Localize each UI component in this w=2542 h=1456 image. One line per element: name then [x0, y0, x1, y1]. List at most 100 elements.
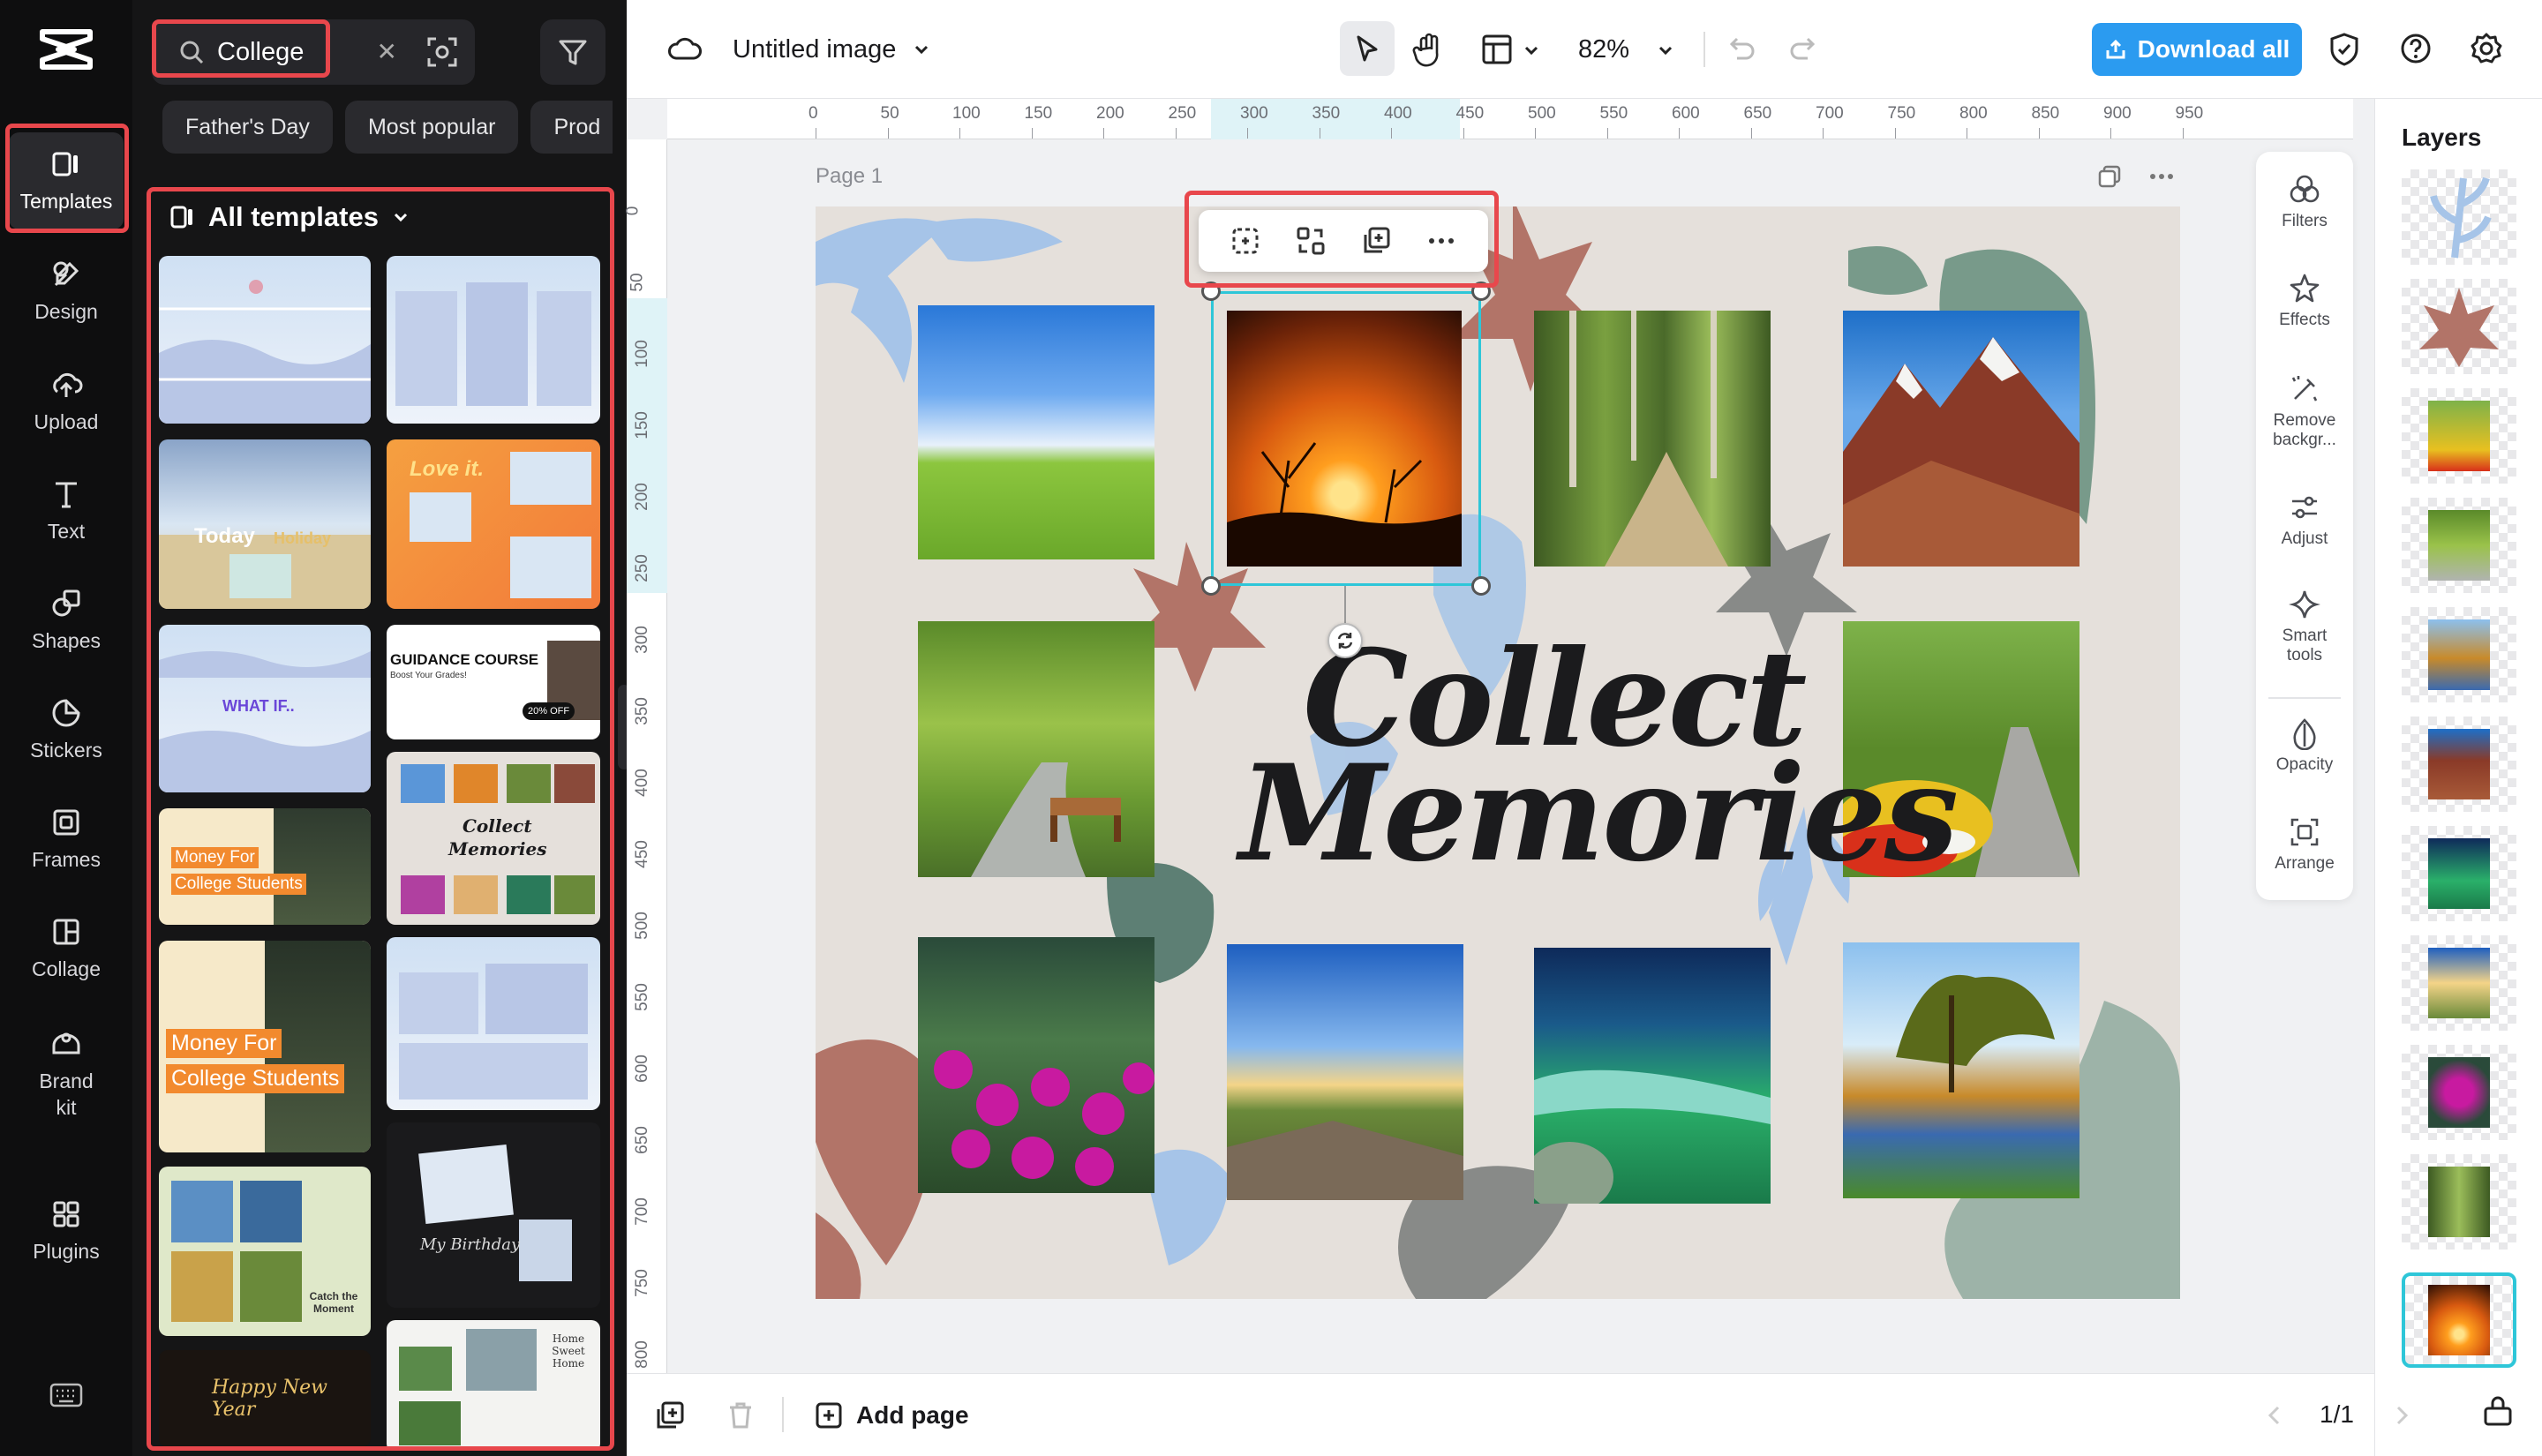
doc-title-menu[interactable]: Untitled image	[733, 0, 931, 99]
layout-icon[interactable]	[1481, 34, 1513, 65]
chevron-down-icon[interactable]	[1522, 41, 1541, 60]
template-card[interactable]: Today Holiday	[159, 439, 371, 609]
tool-effects[interactable]: Effects	[2256, 272, 2353, 330]
layer-thumb-photo[interactable]	[2402, 607, 2516, 702]
tool-smart-tools[interactable]: Smart tools	[2256, 588, 2353, 665]
layer-thumb-photo[interactable]	[2402, 498, 2516, 593]
tool-arrange[interactable]: Arrange	[2256, 815, 2353, 874]
layer-thumb-photo[interactable]	[2402, 717, 2516, 812]
rail-shapes[interactable]: Shapes	[9, 572, 124, 669]
download-all-button[interactable]: Download all	[2092, 23, 2302, 76]
photo-pink-flowers[interactable]	[918, 937, 1154, 1193]
layer-thumb-photo[interactable]	[2402, 388, 2516, 484]
add-frame-icon[interactable]	[655, 1400, 685, 1430]
template-card[interactable]: Money For College Students	[159, 808, 371, 925]
rail-upload[interactable]: Upload	[9, 353, 124, 450]
template-card[interactable]: My Birthday	[387, 1122, 600, 1308]
template-card[interactable]: Money For College Students	[159, 941, 371, 1152]
rail-frames[interactable]: Frames	[9, 791, 124, 888]
photo-red-mountains[interactable]	[1843, 311, 2079, 567]
clear-search-icon[interactable]: ✕	[377, 37, 397, 66]
photo-green-river[interactable]	[1534, 948, 1771, 1204]
tool-opacity[interactable]: Opacity	[2256, 717, 2353, 775]
layer-thumb-photo[interactable]	[2402, 1045, 2516, 1140]
rail-stickers[interactable]: Stickers	[9, 681, 124, 778]
layer-thumb-blue-leaf[interactable]	[2402, 169, 2516, 265]
more-icon[interactable]	[1425, 225, 1457, 257]
rail-plugins[interactable]: Plugins	[9, 1182, 124, 1280]
cloud-save-icon[interactable]	[667, 0, 703, 99]
crop-select-icon[interactable]	[1230, 225, 1261, 257]
chip-fathers-day[interactable]: Father's Day	[162, 101, 333, 154]
tool-remove-background[interactable]: Remove backgr...	[2256, 372, 2353, 450]
resize-handle[interactable]	[1201, 281, 1221, 301]
tool-adjust-label: Adjust	[2282, 529, 2328, 549]
rail-collage[interactable]: Collage	[9, 900, 124, 997]
shield-icon[interactable]	[2328, 32, 2360, 67]
trash-icon[interactable]	[726, 1400, 756, 1430]
page-label[interactable]: Page 1	[816, 164, 883, 189]
image-search-icon[interactable]	[425, 35, 459, 69]
more-icon[interactable]	[2148, 164, 2175, 189]
select-tool-button[interactable]	[1340, 21, 1395, 76]
replace-icon[interactable]	[1295, 225, 1327, 257]
rail-text[interactable]: Text	[9, 462, 124, 559]
previous-page-icon[interactable]	[2265, 1404, 2284, 1427]
rail-design[interactable]: Design	[9, 243, 124, 340]
chip-prod[interactable]: Prod	[530, 101, 613, 154]
undo-icon[interactable]	[1726, 34, 1756, 64]
chevron-down-icon[interactable]	[1656, 41, 1675, 60]
photo-valley-sunrise[interactable]	[1227, 944, 1463, 1200]
photo-autumn-lake[interactable]	[1843, 942, 2079, 1198]
pages-drawer-icon[interactable]	[2482, 1396, 2514, 1428]
zoom-level[interactable]: 82%	[1578, 0, 1629, 99]
template-card[interactable]: Collect Memories	[387, 752, 600, 925]
resize-handle[interactable]	[1201, 576, 1221, 596]
rotate-handle[interactable]	[1327, 623, 1363, 658]
template-card[interactable]	[387, 937, 600, 1110]
design-page[interactable]: Collect Memories	[816, 206, 2180, 1299]
layer-thumb-photo[interactable]	[2402, 826, 2516, 921]
help-icon[interactable]	[2399, 32, 2433, 65]
keyboard-icon[interactable]	[49, 1382, 83, 1408]
layer-thumb-red-leaf[interactable]	[2402, 279, 2516, 374]
redo-icon[interactable]	[1788, 34, 1818, 64]
search-box[interactable]: College ✕	[152, 19, 475, 85]
tool-filters[interactable]: Filters	[2256, 173, 2353, 231]
settings-gear-icon[interactable]	[2470, 32, 2503, 65]
hand-tool-icon[interactable]	[1412, 32, 1446, 67]
photo-garden-path[interactable]	[918, 621, 1154, 877]
template-card[interactable]: Home Sweet Home	[387, 1320, 600, 1447]
all-templates-dropdown[interactable]: All templates	[169, 201, 410, 233]
duplicate-page-icon[interactable]	[2097, 164, 2122, 189]
template-card[interactable]	[387, 256, 600, 424]
layer-thumb-photo[interactable]	[2402, 935, 2516, 1031]
layer-thumb-photo[interactable]	[2402, 1154, 2516, 1250]
template-card[interactable]: Love it.	[387, 439, 600, 609]
title-line-2[interactable]: Memories	[1239, 736, 1956, 891]
filter-button[interactable]	[540, 19, 605, 85]
bottom-divider	[782, 1397, 784, 1432]
rail-templates[interactable]: Templates	[9, 132, 124, 229]
resize-handle[interactable]	[1471, 281, 1491, 301]
photo-sky-meadow[interactable]	[918, 305, 1154, 559]
rail-brand-kit[interactable]: Brand kit	[9, 1017, 124, 1131]
photo-forest-path[interactable]	[1534, 311, 1771, 567]
ruler-tick-label: 100	[952, 104, 981, 124]
template-card[interactable]: WHAT IF..	[159, 625, 371, 792]
template-card[interactable]: Happy New Year	[159, 1350, 371, 1447]
capcut-logo-icon[interactable]	[39, 26, 94, 72]
search-input[interactable]: College	[217, 38, 304, 67]
template-card[interactable]	[159, 256, 371, 424]
template-card[interactable]: Catch the Moment	[159, 1167, 371, 1336]
photo-sunset[interactable]	[1227, 311, 1462, 567]
layer-thumb-sunset-selected[interactable]	[2402, 1272, 2516, 1368]
tool-adjust[interactable]: Adjust	[2256, 491, 2353, 549]
add-page-button[interactable]: Add page	[814, 1374, 969, 1456]
page-indicator: 1/1	[2320, 1400, 2354, 1429]
template-card[interactable]: GUIDANCE COURSE Boost Your Grades! 20% O…	[387, 625, 600, 739]
next-page-icon[interactable]	[2392, 1404, 2411, 1427]
chip-most-popular[interactable]: Most popular	[345, 101, 519, 154]
duplicate-icon[interactable]	[1360, 225, 1392, 257]
resize-handle[interactable]	[1471, 576, 1491, 596]
